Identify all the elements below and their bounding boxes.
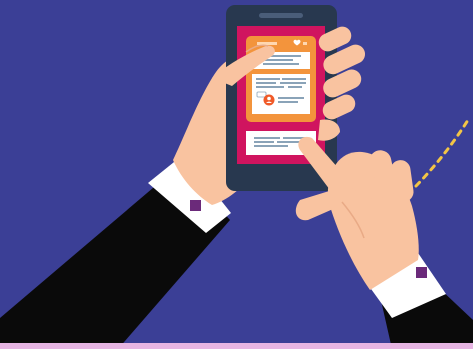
- post-line: [278, 97, 304, 99]
- left-cufflink: [190, 200, 201, 211]
- card-header-line: [257, 42, 277, 45]
- post-line: [254, 137, 280, 139]
- post-line: [282, 78, 306, 80]
- right-cufflink: [416, 267, 427, 278]
- post-line: [263, 63, 299, 65]
- post-line: [254, 141, 274, 143]
- post-line: [256, 78, 280, 80]
- post-line: [263, 59, 293, 61]
- post-line: [256, 82, 276, 84]
- phone-hands-illustration: [0, 0, 473, 349]
- post-line: [278, 101, 298, 103]
- comment-bubble-icon: [256, 91, 267, 98]
- phone-speaker: [259, 13, 303, 18]
- post-line: [254, 145, 288, 147]
- bottom-strip: [0, 343, 473, 349]
- post-line: [288, 86, 302, 88]
- post-line: [280, 82, 306, 84]
- user-avatar-icon: [263, 94, 275, 106]
- post-line: [256, 86, 284, 88]
- illustration-stage: [0, 0, 473, 349]
- like-count-line: [303, 42, 307, 45]
